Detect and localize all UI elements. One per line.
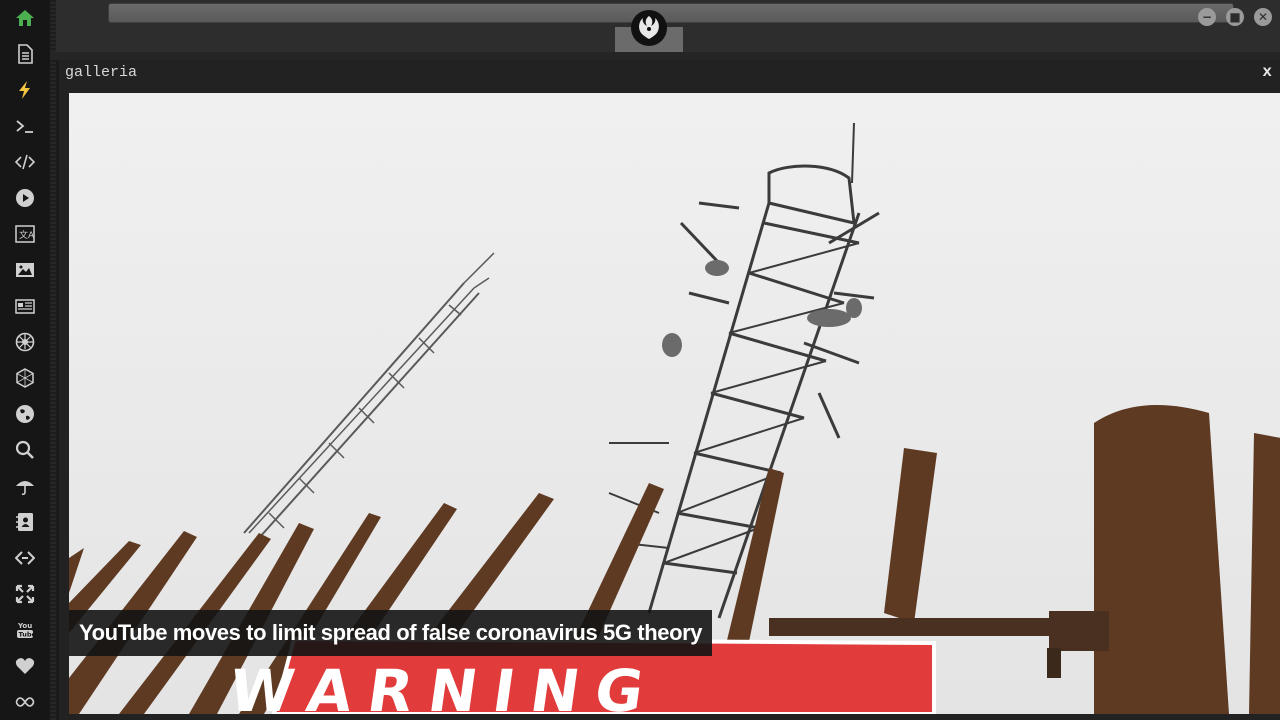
umbrella-icon[interactable] <box>13 474 37 498</box>
svg-text:文A: 文A <box>19 229 35 241</box>
globe-icon[interactable] <box>13 402 37 426</box>
newspaper-icon[interactable] <box>13 294 37 318</box>
window-close-button[interactable]: x <box>1262 63 1272 81</box>
search-icon[interactable] <box>13 438 37 462</box>
address-bar[interactable] <box>108 3 1234 23</box>
code-icon[interactable] <box>13 150 37 174</box>
rebel-alliance-logo-icon <box>631 10 667 46</box>
heart-icon[interactable] <box>13 654 37 678</box>
translate-icon[interactable]: 文A <box>13 222 37 246</box>
youtube-icon[interactable]: You Tube <box>13 618 37 642</box>
galactic-empire-icon[interactable] <box>13 330 37 354</box>
svg-text:Tube: Tube <box>19 631 36 639</box>
gallery-photo[interactable]: WARNING YouTube moves to limit spread of… <box>69 93 1280 714</box>
gallery-window: galleria x WARNING YouTube moves to limi… <box>56 60 1280 720</box>
close-button[interactable]: ✕ <box>1254 8 1272 26</box>
expand-icon[interactable] <box>13 582 37 606</box>
minimize-button[interactable]: − <box>1198 8 1216 26</box>
lightning-icon[interactable] <box>13 78 37 102</box>
window-title: galleria <box>65 64 138 81</box>
play-icon[interactable] <box>13 186 37 210</box>
maximize-button[interactable]: ■ <box>1226 8 1244 26</box>
sidebar: 文A You Tube <box>0 0 50 720</box>
svg-text:You: You <box>17 622 32 630</box>
document-icon[interactable] <box>13 42 37 66</box>
image-icon[interactable] <box>13 258 37 282</box>
warning-sign-text: WARNING <box>225 657 664 714</box>
terminal-icon[interactable] <box>13 114 37 138</box>
home-icon[interactable] <box>13 6 37 30</box>
infinity-icon[interactable] <box>13 690 37 714</box>
toolbar-divider <box>50 52 1280 60</box>
code-fork-icon[interactable] <box>13 546 37 570</box>
contact-card-icon[interactable] <box>13 510 37 534</box>
hexagon-icon[interactable] <box>13 366 37 390</box>
image-caption: YouTube moves to limit spread of false c… <box>69 610 713 656</box>
